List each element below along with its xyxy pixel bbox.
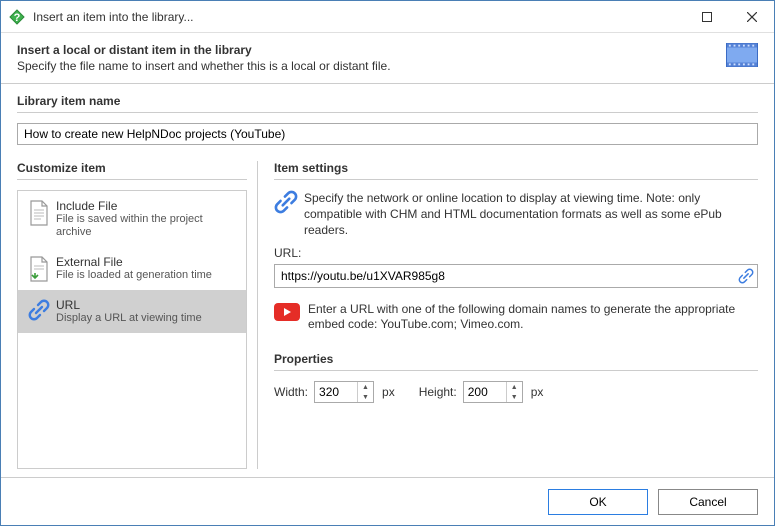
divider bbox=[17, 179, 247, 180]
width-stepper[interactable]: ▲ ▼ bbox=[314, 381, 374, 403]
customize-item-sub: File is saved within the project archive bbox=[56, 213, 236, 239]
header-heading: Insert a local or distant item in the li… bbox=[17, 43, 726, 57]
customize-item-title: Include File bbox=[56, 199, 236, 213]
unit-label: px bbox=[531, 385, 544, 399]
url-input[interactable] bbox=[274, 264, 758, 288]
dialog-header: Insert a local or distant item in the li… bbox=[1, 33, 774, 84]
dialog-content: Library item name Customize item Include… bbox=[1, 84, 774, 477]
close-button[interactable] bbox=[729, 2, 774, 32]
width-label: Width: bbox=[274, 385, 308, 399]
properties-label: Properties bbox=[274, 352, 758, 366]
customize-item-sub: Display a URL at viewing time bbox=[56, 312, 202, 325]
cancel-button[interactable]: Cancel bbox=[658, 489, 758, 515]
titlebar: ? Insert an item into the library... bbox=[1, 1, 774, 33]
dialog-window: ? Insert an item into the library... Ins… bbox=[0, 0, 775, 526]
width-down[interactable]: ▼ bbox=[358, 392, 373, 402]
customize-item-include-file[interactable]: Include File File is saved within the pr… bbox=[18, 191, 246, 247]
settings-panel: Item settings Specify the network or onl… bbox=[257, 161, 758, 469]
height-input[interactable] bbox=[464, 383, 506, 401]
link-icon bbox=[28, 299, 56, 321]
dialog-footer: OK Cancel bbox=[1, 477, 774, 525]
divider bbox=[17, 112, 758, 113]
customize-label: Customize item bbox=[17, 161, 247, 175]
ok-button[interactable]: OK bbox=[548, 489, 648, 515]
file-icon bbox=[28, 200, 56, 226]
height-label: Height: bbox=[419, 385, 457, 399]
youtube-icon bbox=[274, 303, 300, 321]
divider bbox=[274, 179, 758, 180]
customize-item-url[interactable]: URL Display a URL at viewing time bbox=[18, 290, 246, 333]
customize-item-title: External File bbox=[56, 255, 212, 269]
file-download-icon bbox=[28, 256, 56, 282]
height-up[interactable]: ▲ bbox=[507, 382, 522, 392]
divider bbox=[274, 370, 758, 371]
libname-label: Library item name bbox=[17, 94, 758, 108]
link-icon bbox=[274, 190, 304, 214]
height-stepper[interactable]: ▲ ▼ bbox=[463, 381, 523, 403]
app-icon: ? bbox=[9, 9, 25, 25]
maximize-button[interactable] bbox=[684, 2, 729, 32]
libname-input[interactable] bbox=[17, 123, 758, 145]
movie-icon bbox=[726, 43, 758, 67]
settings-label: Item settings bbox=[274, 161, 758, 175]
width-up[interactable]: ▲ bbox=[358, 382, 373, 392]
customize-item-title: URL bbox=[56, 298, 202, 312]
width-input[interactable] bbox=[315, 383, 357, 401]
header-subtext: Specify the file name to insert and whet… bbox=[17, 59, 726, 73]
customize-item-external-file[interactable]: External File File is loaded at generati… bbox=[18, 247, 246, 290]
settings-description: Specify the network or online location t… bbox=[304, 190, 758, 238]
customize-list: Include File File is saved within the pr… bbox=[17, 190, 247, 469]
customize-panel: Customize item Include File File is save… bbox=[17, 161, 247, 469]
url-link-button[interactable] bbox=[736, 266, 756, 286]
svg-text:?: ? bbox=[14, 12, 21, 24]
customize-item-sub: File is loaded at generation time bbox=[56, 269, 212, 282]
height-down[interactable]: ▼ bbox=[507, 392, 522, 402]
embed-note: Enter a URL with one of the following do… bbox=[308, 302, 758, 332]
unit-label: px bbox=[382, 385, 395, 399]
window-title: Insert an item into the library... bbox=[33, 10, 684, 24]
url-label: URL: bbox=[274, 246, 758, 260]
